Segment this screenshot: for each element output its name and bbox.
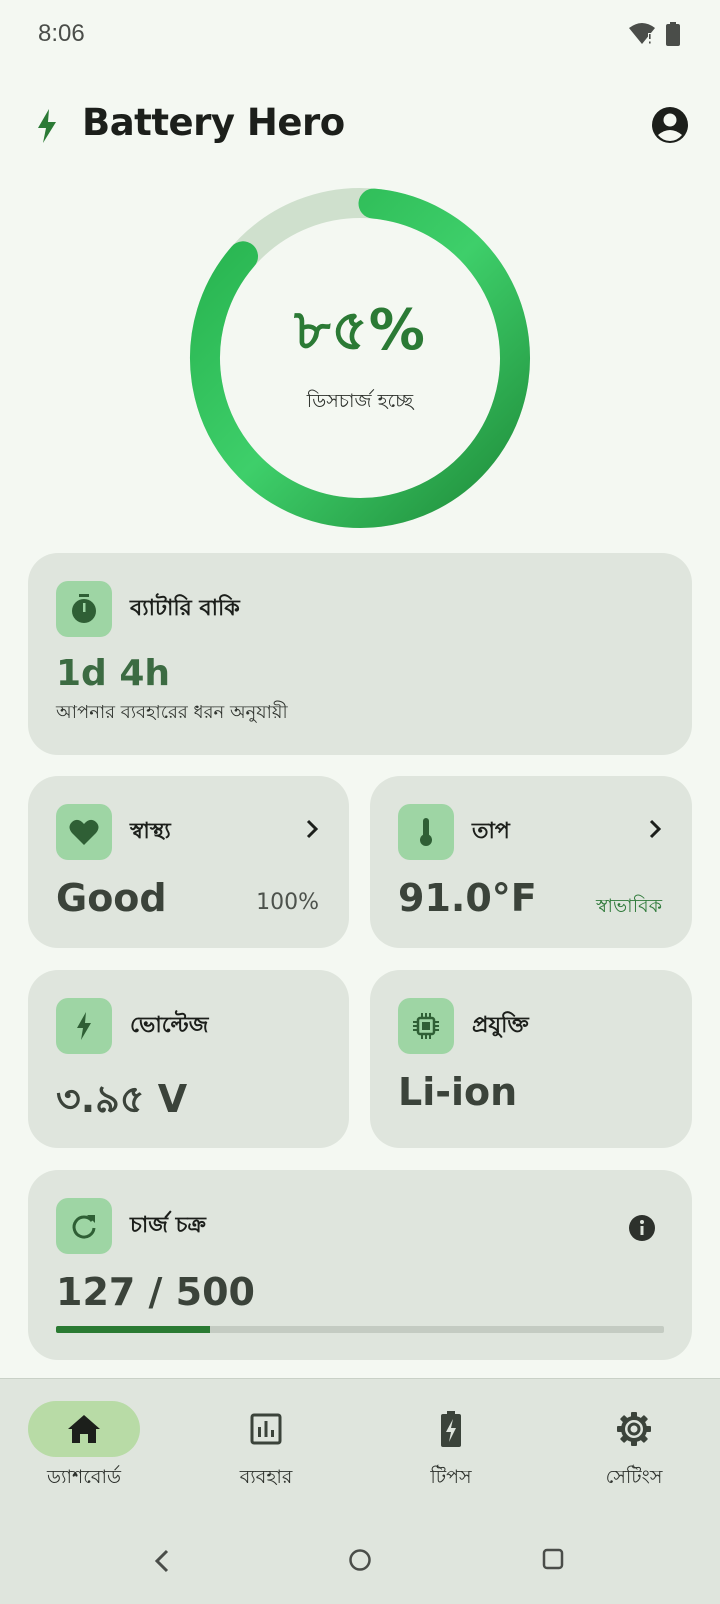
remaining-title: ব্যাটারি বাকি — [130, 596, 240, 621]
remaining-value: 1d 4h — [56, 653, 171, 694]
temperature-value: 91.0°F — [398, 876, 537, 920]
bar-chart-icon — [250, 1413, 282, 1445]
remaining-subtitle: আপনার ব্যবহারের ধরন অনুযায়ী — [56, 702, 288, 723]
nav-label-usage: ব্যবহার — [239, 1466, 293, 1488]
battery-charging-icon — [441, 1411, 461, 1447]
heart-icon-tile — [56, 804, 112, 860]
chip-icon — [413, 1013, 439, 1039]
app-header: Battery Hero — [0, 95, 720, 155]
cycles-value: 127 / 500 — [56, 1270, 255, 1314]
nav-icon-wrap — [210, 1401, 322, 1457]
technology-card[interactable]: প্রযুক্তি Li-ion — [370, 970, 692, 1148]
back-icon[interactable] — [152, 1548, 172, 1574]
cycles-progress-fill — [56, 1326, 211, 1333]
heart-icon — [69, 819, 99, 845]
battery-percent: ৮৫% — [294, 298, 426, 363]
health-percent: 100% — [256, 890, 319, 915]
account-circle-icon[interactable] — [650, 105, 690, 145]
technology-title: প্রযুক্তি — [472, 1013, 529, 1038]
app-title: Battery Hero — [82, 101, 345, 144]
home-button-icon[interactable] — [348, 1548, 372, 1572]
system-navigation-bar — [0, 1520, 720, 1604]
bolt-icon — [77, 1012, 91, 1040]
bottom-navigation: ড্যাশবোর্ড ব্যবহার টিপস সেটিংস — [0, 1378, 720, 1520]
battery-gauge: ৮৫% ডিসচার্জ হচ্ছে — [180, 178, 540, 538]
info-icon[interactable] — [628, 1214, 656, 1242]
timer-icon — [72, 594, 96, 623]
nav-item-settings[interactable]: সেটিংস — [554, 1401, 714, 1501]
nav-icon-wrap — [578, 1401, 690, 1457]
nav-item-tips[interactable]: টিপস — [371, 1401, 531, 1501]
temperature-title: তাপ — [472, 819, 510, 844]
health-value: Good — [56, 876, 167, 920]
refresh-icon-tile — [56, 1198, 112, 1254]
bolt-icon-tile — [56, 998, 112, 1054]
charge-cycles-card[interactable]: চার্জ চক্র 127 / 500 — [28, 1170, 692, 1360]
thermometer-icon-tile — [398, 804, 454, 860]
status-icons — [628, 22, 680, 46]
charge-status: ডিসচার্জ হচ্ছে — [306, 390, 414, 412]
voltage-value: ৩.৯৫ V — [56, 1077, 188, 1121]
nav-icon-wrap — [395, 1401, 507, 1457]
nav-item-usage[interactable]: ব্যবহার — [186, 1401, 346, 1501]
cycles-progress-track — [56, 1326, 664, 1333]
temperature-card[interactable]: তাপ 91.0°F স্বাভাবিক — [370, 776, 692, 948]
cycles-title: চার্জ চক্র — [130, 1213, 206, 1238]
nav-label-dashboard: ড্যাশবোর্ড — [47, 1466, 121, 1488]
temperature-state: স্বাভাবিক — [595, 895, 662, 917]
technology-value: Li-ion — [398, 1070, 518, 1114]
nav-label-settings: সেটিংস — [605, 1466, 663, 1488]
thermometer-icon — [420, 818, 432, 846]
chip-icon-tile — [398, 998, 454, 1054]
nav-active-indicator — [28, 1401, 140, 1457]
nav-label-tips: টিপস — [430, 1466, 472, 1488]
nav-item-dashboard[interactable]: ড্যাশবোর্ড — [4, 1401, 164, 1501]
chevron-right-icon[interactable] — [305, 818, 319, 840]
wifi-alert-icon — [629, 23, 655, 44]
battery-remaining-card[interactable]: ব্যাটারি বাকি 1d 4h আপনার ব্যবহারের ধরন … — [28, 553, 692, 755]
battery-icon — [666, 22, 680, 46]
health-card[interactable]: স্বাস্থ্য Good 100% — [28, 776, 349, 948]
status-time: 8:06 — [38, 20, 85, 47]
status-bar: 8:06 — [0, 0, 720, 70]
timer-icon-tile — [56, 581, 112, 637]
chevron-right-icon[interactable] — [648, 818, 662, 840]
refresh-icon — [72, 1215, 96, 1239]
health-title: স্বাস্থ্য — [130, 819, 171, 844]
voltage-card[interactable]: ভোল্টেজ ৩.৯৫ V — [28, 970, 349, 1148]
gauge-center: ৮৫% ডিসচার্জ হচ্ছে — [180, 178, 540, 538]
bolt-icon — [38, 109, 56, 143]
recents-icon[interactable] — [542, 1548, 564, 1570]
home-icon — [68, 1415, 100, 1443]
settings-icon — [617, 1412, 651, 1446]
voltage-title: ভোল্টেজ — [130, 1013, 209, 1038]
